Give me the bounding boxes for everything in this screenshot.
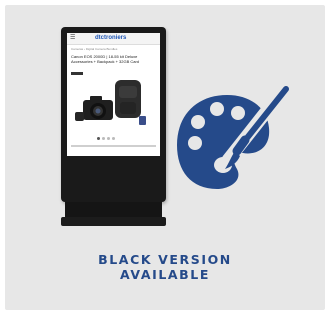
- screen-breadcrumb: Cameras › Digital Camera Bundles: [71, 47, 118, 51]
- screen-logo: dtctroniers: [95, 35, 127, 41]
- caption: BLACK VERSION AVAILABLE: [5, 252, 325, 282]
- caption-line-2: AVAILABLE: [119, 267, 211, 282]
- menu-icon: ☰: [70, 35, 76, 41]
- carousel-dots: [97, 137, 127, 140]
- screen-header: ☰ dtctroniers: [67, 33, 160, 45]
- kiosk-screen: ☰ dtctroniers Cameras › Digital Camera B…: [67, 33, 160, 156]
- palette-icon: [177, 86, 289, 189]
- feature-card: ☰ dtctroniers Cameras › Digital Camera B…: [5, 5, 325, 310]
- camera-bundle-image: [75, 80, 146, 125]
- kiosk-base: [61, 217, 166, 226]
- kiosk-body: ☰ dtctroniers Cameras › Digital Camera B…: [61, 27, 166, 202]
- kiosk-display-image: ☰ dtctroniers Cameras › Digital Camera B…: [61, 27, 166, 227]
- caption-line-1: BLACK VERSION: [98, 252, 232, 267]
- screen-product-title: Canon EOS 2000D | 18-55 kit Deluxe Acces…: [71, 54, 140, 64]
- screen-buy-tag: [71, 72, 83, 75]
- screen-footer: [71, 145, 156, 147]
